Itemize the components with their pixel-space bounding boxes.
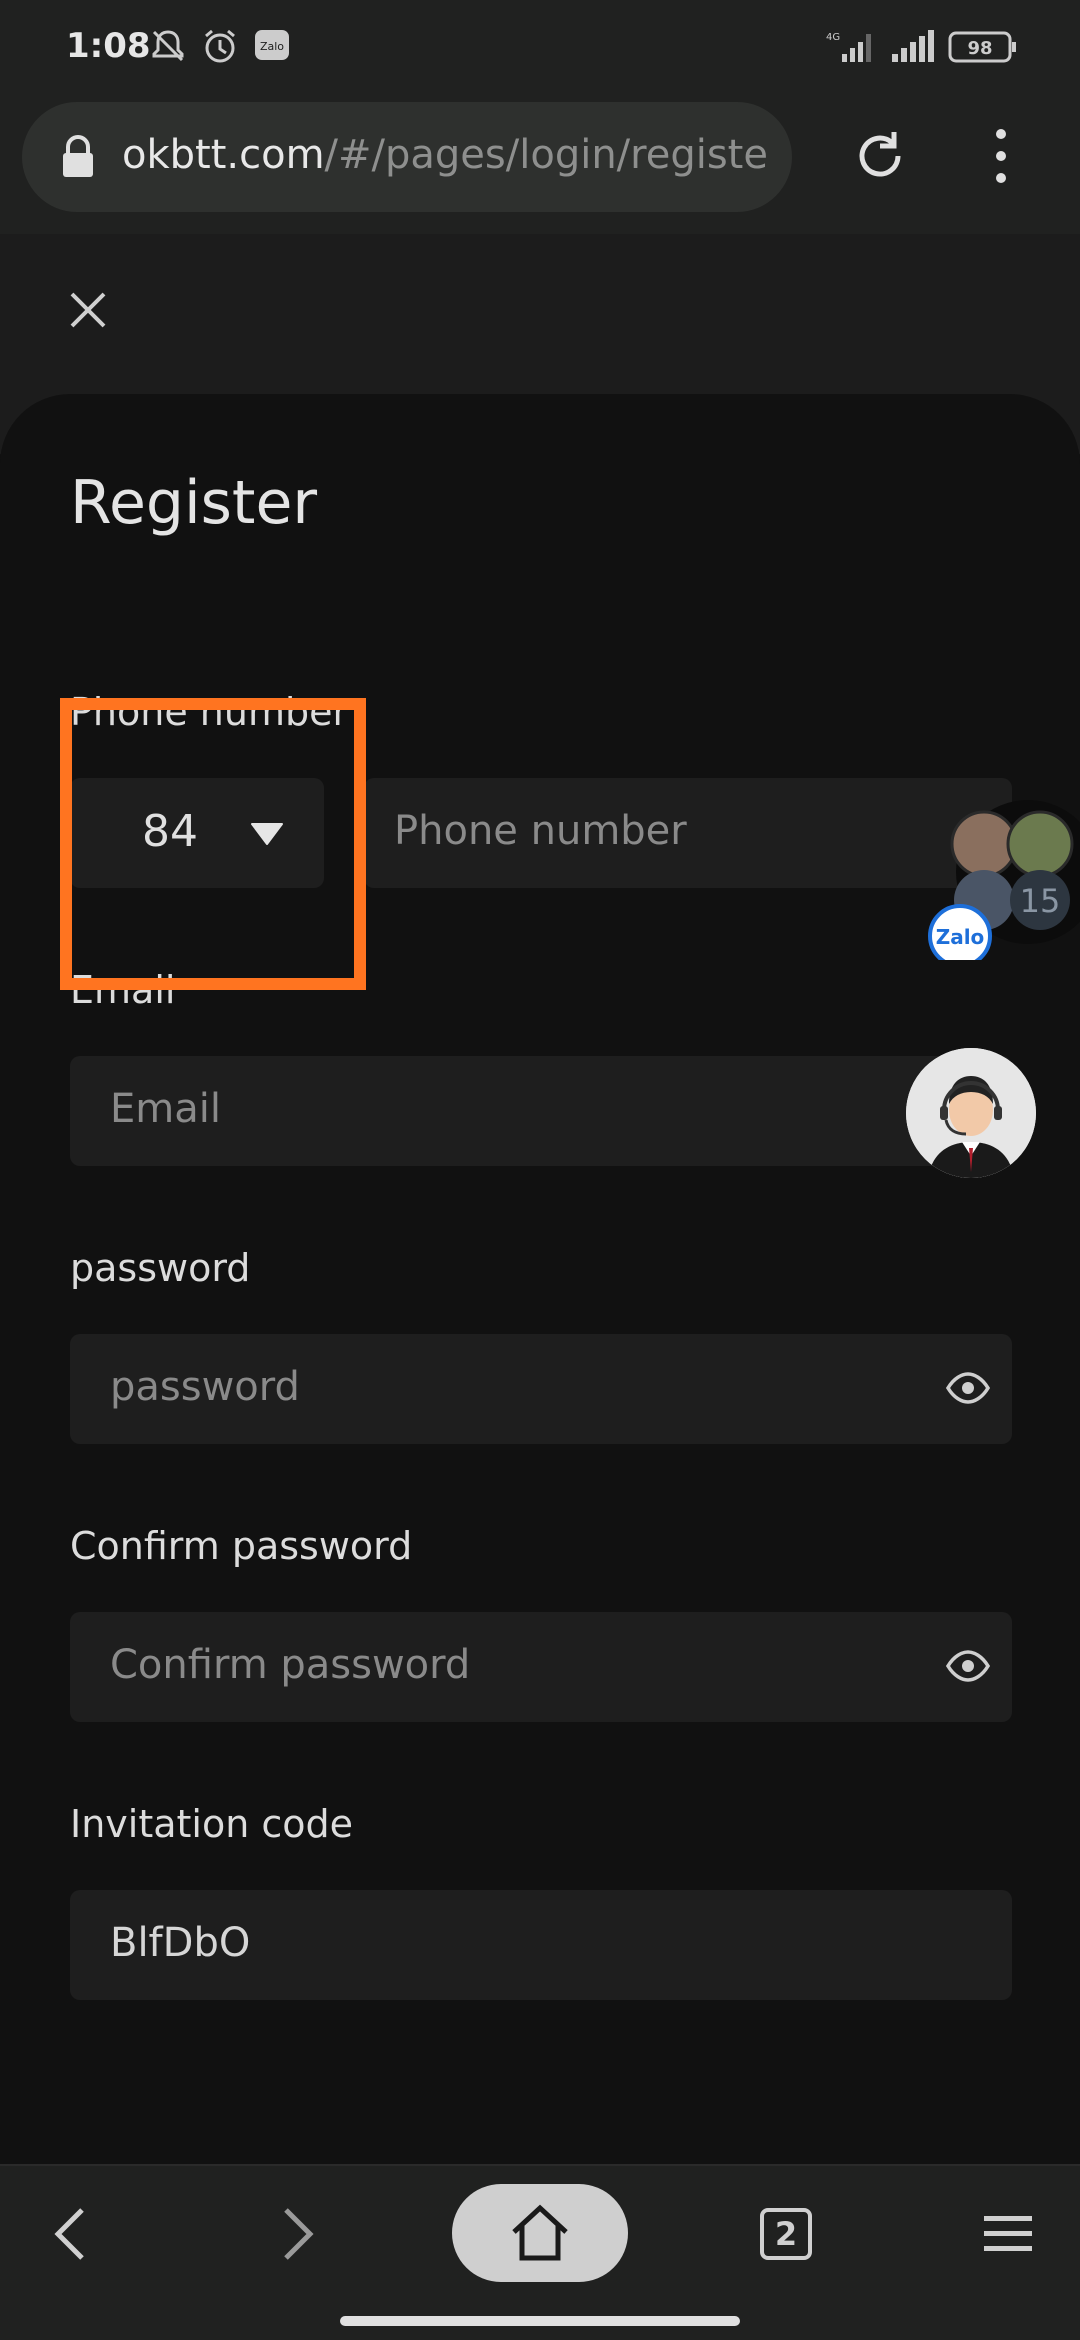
status-time: 1:08 — [66, 26, 151, 66]
address-bar[interactable]: okbtt.com/#/pages/login/registe — [22, 102, 792, 212]
phone-placeholder: Phone number — [394, 808, 687, 854]
show-confirm-password-icon[interactable] — [946, 1644, 990, 1688]
mobile-signal-4g-icon: 4G — [826, 32, 871, 62]
invitation-code-label: Invitation code — [70, 1802, 354, 1846]
alarm-icon — [205, 29, 235, 63]
svg-text:Zalo: Zalo — [260, 40, 284, 53]
lock-icon — [63, 135, 93, 177]
country-code-select[interactable]: 84 — [70, 778, 324, 888]
battery-level: 98 — [967, 38, 992, 59]
more-options-icon[interactable] — [986, 126, 1016, 186]
battery-icon: 98 — [948, 31, 1016, 63]
phone-input[interactable]: Phone number — [364, 778, 1012, 888]
email-placeholder: Email — [110, 1086, 221, 1132]
country-code-value: 84 — [142, 806, 198, 857]
gesture-bar[interactable] — [340, 2316, 740, 2326]
zalo-logo-text: Zalo — [936, 925, 985, 949]
status-bar: 1:08 Zalo 4G 98 — [0, 0, 1080, 96]
page-title: Register — [70, 468, 318, 538]
home-button[interactable] — [452, 2184, 628, 2282]
register-sheet: Register Phone number 84 Phone number Em… — [0, 394, 1080, 2164]
email-input[interactable]: Email — [70, 1056, 1012, 1166]
network-type: 4G — [826, 32, 840, 43]
phone-label: Phone number — [70, 690, 349, 734]
back-icon[interactable] — [50, 2206, 90, 2262]
browser-toolbar: okbtt.com/#/pages/login/registe — [0, 96, 1080, 234]
invitation-code-value: BlfDbO — [110, 1920, 251, 1966]
url-path: /#/pages/login/registe — [324, 132, 768, 178]
confirm-password-label: Confirm password — [70, 1524, 413, 1568]
home-icon — [512, 2204, 568, 2261]
email-label: Email — [70, 968, 176, 1012]
zalo-chat-bubble[interactable]: 15 Zalo — [928, 800, 1080, 960]
url-host: okbtt.com — [122, 132, 325, 178]
bottom-navigation: 2 — [0, 2164, 1080, 2340]
show-password-icon[interactable] — [946, 1366, 990, 1410]
signal-icon — [892, 30, 934, 62]
confirm-password-input[interactable]: Confirm password — [70, 1612, 1012, 1722]
support-agent-icon — [906, 1048, 1036, 1178]
password-placeholder: password — [110, 1364, 300, 1410]
tabs-button[interactable]: 2 — [760, 2208, 812, 2260]
password-label: password — [70, 1246, 251, 1290]
close-icon[interactable] — [68, 290, 108, 330]
forward-icon[interactable] — [278, 2206, 318, 2262]
dropdown-triangle-icon — [251, 823, 283, 845]
chat-count: 15 — [1020, 882, 1061, 920]
url-text: okbtt.com/#/pages/login/registe — [122, 132, 768, 178]
reload-icon[interactable] — [850, 126, 910, 186]
password-input[interactable]: password — [70, 1334, 1012, 1444]
zalo-notification-icon: Zalo — [255, 30, 289, 60]
invitation-code-input[interactable]: BlfDbO — [70, 1890, 1012, 2000]
notifications-off-icon — [152, 30, 184, 62]
hamburger-menu-icon[interactable] — [982, 2214, 1034, 2254]
confirm-password-placeholder: Confirm password — [110, 1642, 471, 1688]
customer-support-button[interactable] — [906, 1048, 1036, 1178]
